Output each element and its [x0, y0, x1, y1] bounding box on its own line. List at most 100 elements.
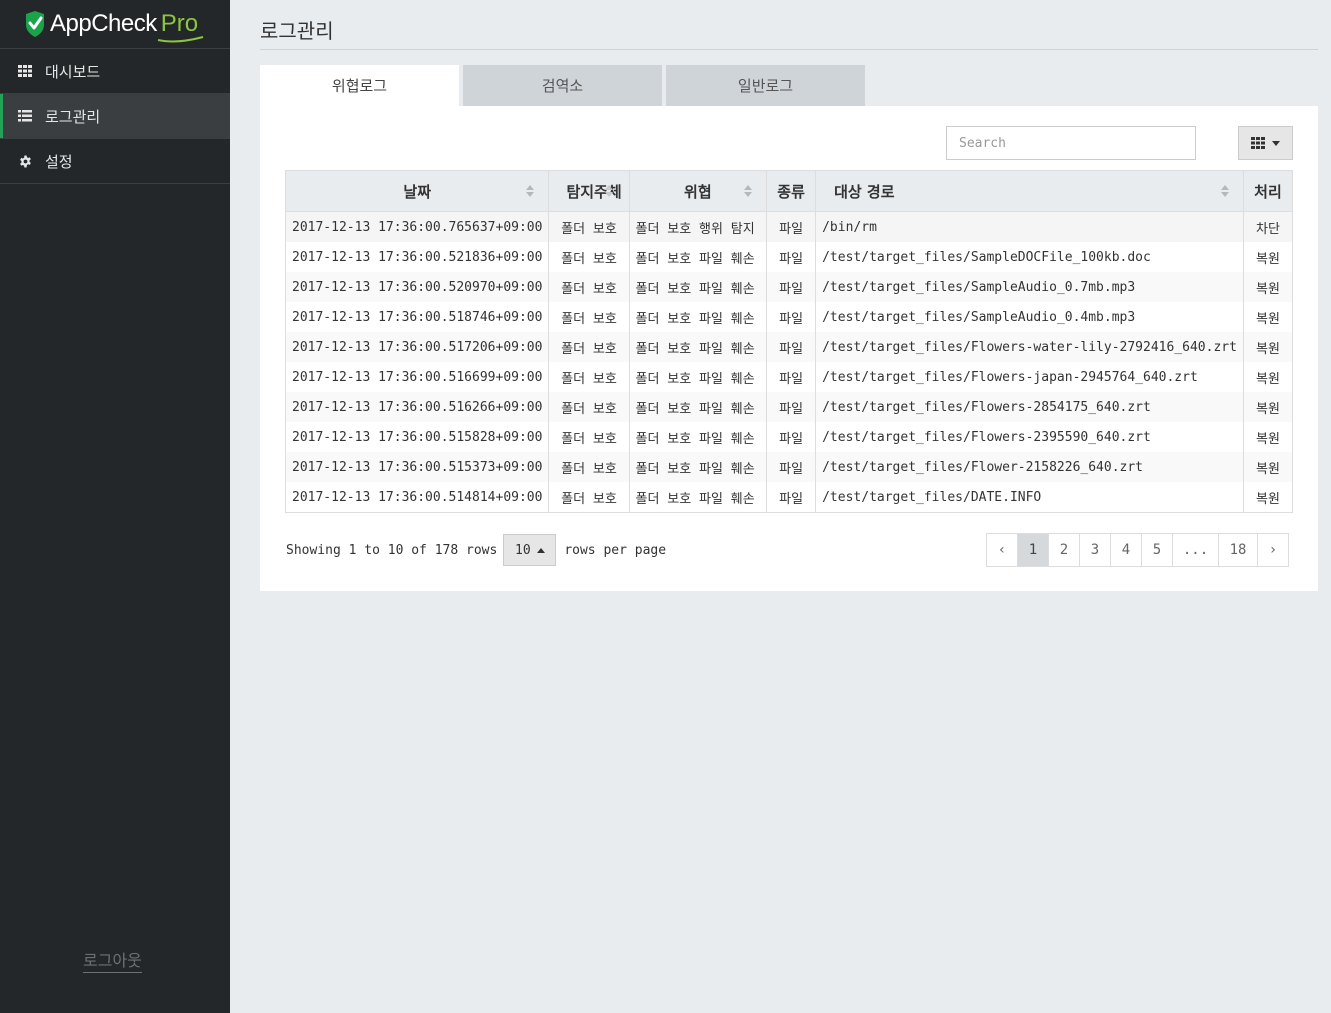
sidebar-item-log-management[interactable]: 로그관리: [0, 94, 230, 139]
cell-date: 2017-12-13 17:36:00.521836+09:00: [284, 242, 550, 272]
cell-target-path: /test/target_files/SampleDOCFile_100kb.d…: [815, 242, 1244, 272]
cell-target-path: /test/target_files/SampleAudio_0.7mb.mp3: [815, 272, 1244, 302]
cell-detector: 폴더 보호: [548, 392, 630, 422]
columns-toggle-button[interactable]: [1238, 126, 1293, 160]
cell-target-path: /test/target_files/SampleAudio_0.4mb.mp3: [815, 302, 1244, 332]
tab-general-log[interactable]: 일반로그: [666, 65, 865, 106]
page-button-4[interactable]: 4: [1111, 534, 1142, 566]
cell-date: 2017-12-13 17:36:00.516699+09:00: [284, 362, 550, 392]
cell-detector: 폴더 보호: [548, 211, 630, 242]
cell-action: 복원: [1242, 452, 1294, 482]
cell-action: 복원: [1242, 272, 1294, 302]
sidebar-item-dashboard[interactable]: 대시보드: [0, 49, 230, 94]
rows-per-page-text: rows per page: [564, 542, 667, 558]
cell-target-path: /test/target_files/Flowers-2395590_640.z…: [815, 422, 1244, 452]
page-size-dropdown[interactable]: 10: [503, 534, 557, 566]
column-header-target-path[interactable]: 대상 경로: [815, 170, 1244, 212]
grid-icon: [18, 64, 32, 78]
page-button-5[interactable]: 5: [1142, 534, 1173, 566]
cell-action: 복원: [1242, 392, 1294, 422]
page-next-button[interactable]: ›: [1258, 534, 1289, 566]
column-header-action[interactable]: 처리: [1242, 170, 1294, 212]
page-title: 로그관리: [260, 19, 334, 43]
page-prev-button[interactable]: ‹: [987, 534, 1018, 566]
list-icon: [18, 109, 32, 123]
page-button-1[interactable]: 1: [1018, 534, 1049, 566]
table-row[interactable]: 2017-12-13 17:36:00.520970+09:00 폴더 보호 폴더 …: [284, 272, 1294, 302]
sidebar: AppCheck Pro 대시보드 로그관리 설정 로그아웃: [0, 0, 230, 1013]
tab-threat-log[interactable]: 위협로그: [260, 65, 459, 106]
table-row[interactable]: 2017-12-13 17:36:00.515373+09:00 폴더 보호 폴더 …: [284, 452, 1294, 482]
pagination: ‹ 1 2 3 4 5 ... 18 ›: [986, 533, 1289, 567]
cell-type: 파일: [766, 422, 817, 452]
table-row[interactable]: 2017-12-13 17:36:00.521836+09:00 폴더 보호 폴더 …: [284, 242, 1294, 272]
cell-date: 2017-12-13 17:36:00.515828+09:00: [284, 422, 550, 452]
tab-bar: 위협로그 검역소 일반로그: [260, 65, 869, 106]
cell-threat: 폴더 보호 파일 훼손: [628, 242, 768, 272]
sidebar-item-settings[interactable]: 설정: [0, 139, 230, 184]
sort-icon: [604, 185, 613, 197]
cell-type: 파일: [766, 272, 817, 302]
cell-target-path: /bin/rm: [815, 211, 1244, 242]
cell-type: 파일: [766, 211, 817, 242]
cell-action: 복원: [1242, 482, 1294, 513]
page-button-2[interactable]: 2: [1049, 534, 1080, 566]
sort-icon: [526, 185, 535, 197]
cell-date: 2017-12-13 17:36:00.518746+09:00: [284, 302, 550, 332]
table-header-row: 날짜 탐지주체 위협 종류 대상 경로 처리: [284, 170, 1294, 212]
cell-date: 2017-12-13 17:36:00.514814+09:00: [284, 482, 550, 513]
cell-threat: 폴더 보호 파일 훼손: [628, 362, 768, 392]
cell-type: 파일: [766, 302, 817, 332]
cell-action: 복원: [1242, 422, 1294, 452]
page-button-18[interactable]: 18: [1219, 534, 1258, 566]
cell-date: 2017-12-13 17:36:00.516266+09:00: [284, 392, 550, 422]
cell-detector: 폴더 보호: [548, 482, 630, 513]
cell-threat: 폴더 보호 파일 훼손: [628, 302, 768, 332]
cell-detector: 폴더 보호: [548, 272, 630, 302]
title-divider: [260, 49, 1318, 50]
page-ellipsis: ...: [1173, 534, 1219, 566]
cell-threat: 폴더 보호 파일 훼손: [628, 422, 768, 452]
cell-date: 2017-12-13 17:36:00.765637+09:00: [284, 211, 550, 242]
logout-link[interactable]: 로그아웃: [83, 947, 142, 973]
brand-name: AppCheck: [50, 10, 157, 37]
cell-threat: 폴더 보호 파일 훼손: [628, 452, 768, 482]
caret-up-icon: [536, 547, 545, 553]
cell-target-path: /test/target_files/Flowers-japan-2945764…: [815, 362, 1244, 392]
sidebar-item-label: 로그관리: [45, 107, 101, 126]
search-input[interactable]: [946, 126, 1196, 160]
cell-action: 복원: [1242, 362, 1294, 392]
brand-suffix: Pro: [157, 10, 203, 43]
cell-target-path: /test/target_files/Flower-2158226_640.zr…: [815, 452, 1244, 482]
cell-type: 파일: [766, 482, 817, 513]
cell-target-path: /test/target_files/DATE.INFO: [815, 482, 1244, 513]
tab-quarantine[interactable]: 검역소: [463, 65, 662, 106]
cell-detector: 폴더 보호: [548, 332, 630, 362]
cell-threat: 폴더 보호 파일 훼손: [628, 482, 768, 513]
table-row[interactable]: 2017-12-13 17:36:00.518746+09:00 폴더 보호 폴더 …: [284, 302, 1294, 332]
cell-action: 복원: [1242, 302, 1294, 332]
cell-detector: 폴더 보호: [548, 422, 630, 452]
sort-icon: [1220, 185, 1229, 197]
page-button-3[interactable]: 3: [1080, 534, 1111, 566]
column-header-threat[interactable]: 위협: [628, 170, 768, 212]
cell-threat: 폴더 보호 파일 훼손: [628, 332, 768, 362]
cell-detector: 폴더 보호: [548, 362, 630, 392]
column-header-type[interactable]: 종류: [766, 170, 817, 212]
table-row[interactable]: 2017-12-13 17:36:00.514814+09:00 폴더 보호 폴더 …: [284, 482, 1294, 513]
table-row[interactable]: 2017-12-13 17:36:00.765637+09:00 폴더 보호 폴더 …: [284, 211, 1294, 242]
cell-type: 파일: [766, 392, 817, 422]
swoosh-icon: [157, 36, 203, 43]
appcheck-logo: AppCheck Pro: [24, 10, 203, 43]
cell-target-path: /test/target_files/Flowers-2854175_640.z…: [815, 392, 1244, 422]
cell-threat: 폴더 보호 파일 훼손: [628, 272, 768, 302]
sidebar-item-label: 설정: [45, 152, 73, 171]
table-row[interactable]: 2017-12-13 17:36:00.516699+09:00 폴더 보호 폴더 …: [284, 362, 1294, 392]
table-row[interactable]: 2017-12-13 17:36:00.517206+09:00 폴더 보호 폴더 …: [284, 332, 1294, 362]
table-row[interactable]: 2017-12-13 17:36:00.516266+09:00 폴더 보호 폴더 …: [284, 392, 1294, 422]
cell-type: 파일: [766, 242, 817, 272]
pagination-info: Showing 1 to 10 of 178 rows 10 rows per …: [286, 534, 666, 566]
column-header-detector[interactable]: 탐지주체: [548, 170, 630, 212]
column-header-date[interactable]: 날짜: [284, 170, 550, 212]
table-row[interactable]: 2017-12-13 17:36:00.515828+09:00 폴더 보호 폴더 …: [284, 422, 1294, 452]
